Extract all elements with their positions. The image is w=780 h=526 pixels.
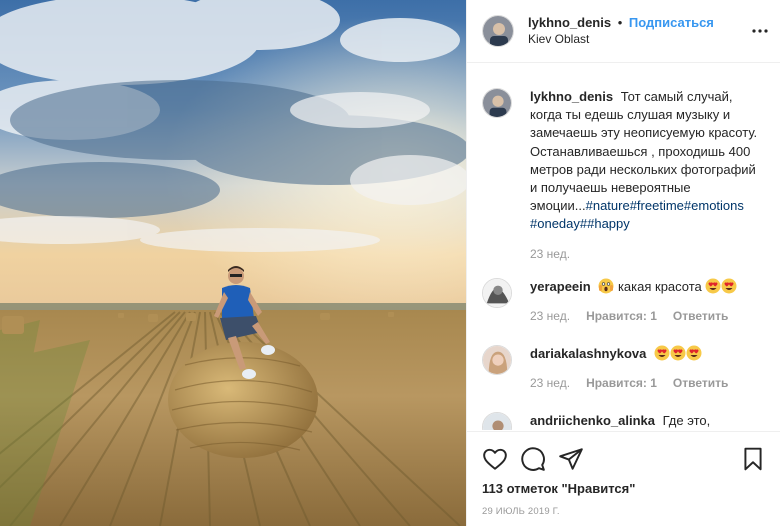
commenter-avatar[interactable]	[482, 278, 512, 308]
caption-avatar[interactable]	[482, 88, 512, 118]
hashtag-freetime[interactable]: #freetime	[630, 198, 684, 213]
commenter-username[interactable]: andriichenko_alinka	[530, 413, 655, 428]
post-date[interactable]: 29 ИЮЛЬ 2019 Г.	[482, 506, 560, 517]
comment: yerapeein какая красота 23 нед. Нравится…	[482, 278, 762, 323]
caption-time[interactable]: 23 нед.	[530, 247, 570, 261]
heart-icon[interactable]	[482, 446, 508, 472]
hashtag-emotions[interactable]: #emotions	[684, 198, 744, 213]
field-landscape-image	[0, 0, 466, 526]
commenter-username[interactable]: dariakalashnykova	[530, 346, 646, 361]
comments-list[interactable]: lykhno_denis Тот самый случай, когда ты …	[467, 64, 780, 430]
commenter-username[interactable]: yerapeein	[530, 279, 591, 294]
post-actions: 113 отметок "Нравится" 29 ИЮЛЬ 2019 Г.	[467, 431, 780, 517]
post-photo[interactable]	[0, 0, 466, 526]
comment-text: Где это,	[662, 413, 711, 428]
heart-eyes-emoji-icon	[670, 345, 686, 366]
more-options-icon[interactable]	[748, 22, 772, 40]
share-icon[interactable]	[558, 446, 584, 472]
post-details-pane: lykhno_denis • Подписаться Kiev Oblast l…	[466, 0, 780, 526]
comment: andriichenko_alinka Где это,	[482, 412, 762, 430]
commenter-avatar[interactable]	[482, 345, 512, 375]
heart-eyes-emoji-icon	[686, 345, 702, 366]
author-avatar[interactable]	[482, 15, 514, 47]
scream-emoji-icon	[598, 278, 614, 299]
bookmark-icon[interactable]	[740, 446, 766, 472]
reply-button[interactable]: Ответить	[673, 376, 728, 390]
location-link[interactable]: Kiev Oblast	[528, 31, 714, 48]
instagram-post: lykhno_denis • Подписаться Kiev Oblast l…	[0, 0, 780, 526]
author-username[interactable]: lykhno_denis	[528, 15, 611, 30]
comment-icon[interactable]	[520, 446, 546, 472]
separator-dot: •	[617, 15, 623, 30]
comment-text: какая красота	[617, 279, 702, 294]
commenter-avatar[interactable]	[482, 412, 512, 430]
comment-time[interactable]: 23 нед.	[530, 376, 570, 390]
hashtag-nature[interactable]: #nature	[586, 198, 630, 213]
hashtag-oneday[interactable]: #oneday	[530, 216, 580, 231]
comment-likes[interactable]: Нравится: 1	[586, 309, 657, 323]
heart-eyes-emoji-icon	[705, 278, 721, 299]
caption: lykhno_denis Тот самый случай, когда ты …	[482, 88, 762, 261]
hashtag-happy[interactable]: ##happy	[580, 216, 630, 231]
caption-text: Тот самый случай, когда ты едешь слушая …	[530, 89, 758, 214]
comment-likes[interactable]: Нравится: 1	[586, 376, 657, 390]
comment: dariakalashnykova 23 нед. Нравится: 1 От…	[482, 345, 762, 390]
caption-username[interactable]: lykhno_denis	[530, 89, 613, 104]
post-header: lykhno_denis • Подписаться Kiev Oblast	[467, 0, 780, 63]
follow-button[interactable]: Подписаться	[629, 15, 714, 30]
comment-time[interactable]: 23 нед.	[530, 309, 570, 323]
reply-button[interactable]: Ответить	[673, 309, 728, 323]
heart-eyes-emoji-icon	[654, 345, 670, 366]
likes-count[interactable]: 113 отметок "Нравится"	[482, 481, 635, 496]
heart-eyes-emoji-icon	[721, 278, 737, 299]
